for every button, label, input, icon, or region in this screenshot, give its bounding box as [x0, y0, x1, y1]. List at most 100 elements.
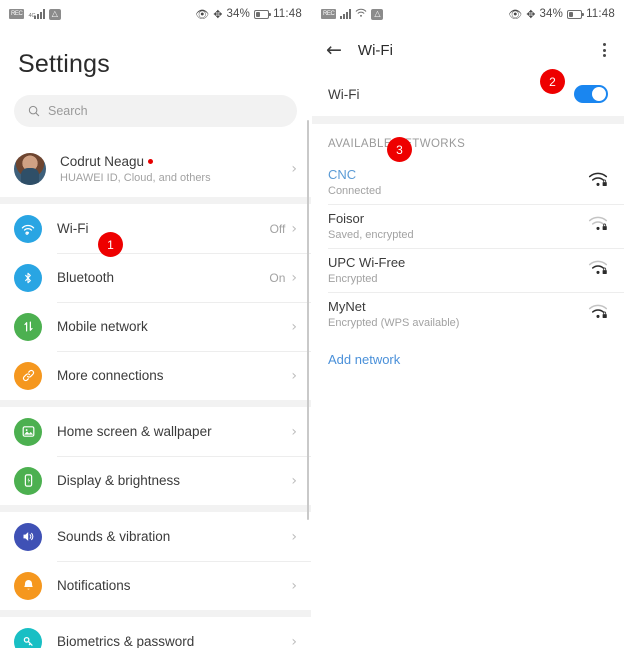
app-bar-title: Wi-Fi: [357, 41, 393, 59]
chevron-right-icon: ›: [291, 161, 297, 177]
sidebar-item-label: Mobile network: [57, 319, 148, 334]
app-bar: ← Wi-Fi: [312, 28, 624, 72]
list-item[interactable]: UPC Wi-Free Encrypted: [312, 248, 624, 292]
sidebar-item-display-brightness[interactable]: Display & brightness ›: [0, 456, 311, 505]
signal-bars-icon: [33, 9, 45, 19]
settings-phone-screen: REC 4G △ 👁 ✥ 34% 11:48 Settings Search C…: [0, 0, 312, 648]
network-name: CNC: [328, 167, 357, 182]
key-icon: [14, 627, 42, 648]
settings-group-display: Home screen & wallpaper › Display & brig…: [0, 400, 311, 505]
network-text: CNC Connected: [328, 167, 381, 197]
sidebar-item-home-screen-wallpaper[interactable]: Home screen & wallpaper ›: [0, 407, 311, 456]
wifi-signal-lock-icon: [588, 171, 608, 193]
profile-row[interactable]: Codrut Neagu HUAWEI ID, Cloud, and other…: [0, 141, 311, 197]
battery-icon: [254, 9, 272, 19]
dual-screenshot-container: REC 4G △ 👁 ✥ 34% 11:48 Settings Search C…: [0, 0, 624, 648]
bluetooth-icon: [14, 263, 42, 292]
wifi-status-icon: [355, 8, 367, 21]
chevron-right-icon: ›: [291, 367, 297, 384]
wifi-toggle[interactable]: [574, 85, 608, 103]
battery-percent-label: 34%: [539, 8, 564, 20]
network-status: Connected: [328, 185, 382, 197]
status-bar-right: REC △ 👁 ✥ 34% 11:48: [312, 0, 624, 28]
search-placeholder: Search: [48, 104, 88, 118]
sidebar-item-mobile-network[interactable]: Mobile network ›: [0, 302, 311, 351]
screen-record-icon: REC: [321, 9, 337, 19]
chevron-right-icon: ›: [291, 633, 297, 648]
search-input[interactable]: Search: [14, 95, 297, 127]
battery-percent-label: 34%: [226, 8, 251, 20]
profile-text: Codrut Neagu HUAWEI ID, Cloud, and other…: [60, 154, 211, 184]
avatar: [14, 153, 46, 185]
list-item[interactable]: CNC Connected: [312, 160, 624, 204]
network-list: CNC Connected Foisor Saved, encrypted UP…: [312, 160, 624, 336]
profile-name-wrap: Codrut Neagu: [60, 154, 211, 169]
screen-record-icon: REC: [9, 9, 25, 19]
wifi-signal-lock-icon: [588, 215, 608, 237]
wifi-icon: [14, 214, 42, 243]
sidebar-item-more-connections[interactable]: More connections ›: [0, 351, 311, 400]
list-item[interactable]: Foisor Saved, encrypted: [312, 204, 624, 248]
sidebar-item-notifications[interactable]: Notifications ›: [0, 561, 311, 610]
status-bar-left: REC 4G △ 👁 ✥ 34% 11:48: [0, 0, 311, 28]
network-name: Foisor: [328, 211, 365, 226]
wallpaper-icon: [14, 417, 42, 446]
sidebar-item-label: Biometrics & password: [57, 634, 195, 648]
back-arrow-icon[interactable]: ←: [326, 40, 342, 60]
status-bar-left-icons: REC △: [321, 8, 384, 21]
bluetooth-status-icon: ✥: [213, 8, 223, 21]
clock-label: 11:48: [273, 8, 302, 20]
signal-bars-icon: [340, 9, 352, 19]
kebab-menu-icon[interactable]: [599, 39, 610, 61]
app-triangle-icon: △: [48, 8, 61, 20]
add-network-button[interactable]: Add network: [312, 336, 624, 383]
network-status: Saved, encrypted: [328, 229, 414, 241]
sidebar-item-label: Display & brightness: [57, 473, 181, 488]
battery-icon: [567, 9, 585, 19]
settings-group-security: Biometrics & password ›: [0, 610, 311, 648]
sidebar-item-label: Home screen & wallpaper: [57, 424, 212, 439]
sidebar-item-sounds-vibration[interactable]: Sounds & vibration ›: [0, 512, 311, 561]
app-triangle-icon: △: [371, 8, 384, 20]
network-status: Encrypted (WPS available): [328, 317, 460, 329]
search-icon: [28, 105, 40, 117]
wifi-signal-lock-icon: [588, 259, 608, 281]
chevron-right-icon: ›: [291, 269, 297, 286]
profile-notification-dot: [148, 159, 154, 164]
chevron-right-icon: ›: [291, 577, 297, 594]
page-title: Settings: [18, 50, 110, 78]
callout-badge-3: 3: [387, 137, 412, 162]
network-name: UPC Wi-Free: [328, 255, 406, 270]
status-bar-right-icons: 👁 ✥ 34% 11:48: [195, 8, 302, 21]
sidebar-item-wifi[interactable]: Wi-Fi Off ›: [0, 204, 311, 253]
chevron-right-icon: ›: [291, 423, 297, 440]
bell-icon: [14, 571, 42, 600]
scrollbar[interactable]: [306, 120, 309, 520]
network-text: Foisor Saved, encrypted: [328, 211, 414, 241]
callout-badge-2: 2: [540, 69, 565, 94]
sidebar-item-bluetooth[interactable]: Bluetooth On ›: [0, 253, 311, 302]
display-icon: [14, 466, 42, 495]
list-item[interactable]: MyNet Encrypted (WPS available): [312, 292, 624, 336]
mobile-network-icon: [14, 312, 42, 341]
sidebar-item-biometrics-password[interactable]: Biometrics & password ›: [0, 617, 311, 648]
profile-subtitle: HUAWEI ID, Cloud, and others: [60, 172, 211, 184]
toggle-knob: [591, 86, 607, 102]
network-status: Encrypted: [328, 273, 378, 285]
bluetooth-state-value: On: [269, 270, 286, 285]
chevron-right-icon: ›: [291, 318, 297, 335]
network-text: UPC Wi-Free Encrypted: [328, 255, 405, 285]
chevron-right-icon: ›: [291, 472, 297, 489]
profile-name: Codrut Neagu: [60, 154, 145, 169]
wifi-state-value: Off: [269, 221, 286, 236]
wifi-signal-lock-icon: [588, 303, 608, 325]
eye-care-icon: 👁: [195, 8, 210, 21]
wifi-toggle-label: Wi-Fi: [328, 86, 360, 102]
callout-badge-1: 1: [98, 232, 123, 257]
eye-care-icon: 👁: [508, 8, 523, 21]
section-divider: [312, 116, 624, 124]
profile-group: Codrut Neagu HUAWEI ID, Cloud, and other…: [0, 141, 311, 197]
clock-label: 11:48: [586, 8, 615, 20]
wifi-toggle-row[interactable]: Wi-Fi: [312, 72, 624, 116]
chevron-right-icon: ›: [291, 528, 297, 545]
